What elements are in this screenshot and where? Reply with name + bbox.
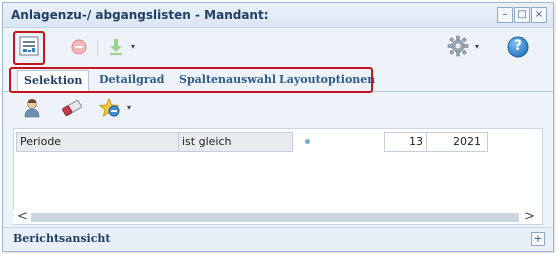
- minimize-button[interactable]: –: [497, 7, 513, 23]
- main-toolbar: ▾ ▾ ?: [3, 28, 553, 66]
- horizontal-scrollbar[interactable]: < >: [13, 210, 541, 224]
- toolbar-divider: [97, 40, 98, 56]
- scroll-left-arrow[interactable]: <: [17, 210, 28, 224]
- scroll-right-arrow[interactable]: >: [524, 210, 535, 224]
- period-input[interactable]: 13: [384, 132, 428, 152]
- eraser-icon[interactable]: [61, 100, 83, 119]
- help-icon[interactable]: ?: [507, 36, 529, 61]
- report-list-highlight: [13, 31, 45, 65]
- stop-icon[interactable]: [71, 39, 87, 58]
- filter-operator-cell[interactable]: ist gleich: [178, 132, 293, 152]
- filter-row: Periode ist gleich 13 2021: [14, 132, 542, 152]
- year-input[interactable]: 2021: [426, 132, 488, 152]
- report-view-panel: Berichtsansicht +: [3, 227, 553, 250]
- range-dot-icon: [305, 139, 310, 144]
- close-button[interactable]: ×: [531, 7, 547, 23]
- favorites-dropdown-caret[interactable]: ▾: [127, 103, 131, 112]
- favorites-icon[interactable]: [98, 97, 121, 121]
- help-glyph: ?: [513, 38, 523, 54]
- download-icon[interactable]: [108, 38, 124, 59]
- maximize-button[interactable]: □: [514, 7, 530, 23]
- selection-toolbar: ▾: [3, 93, 553, 123]
- report-view-label: Berichtsansicht: [13, 232, 111, 245]
- tabs-highlight: [9, 67, 373, 93]
- report-window: Anlagenzu-/ abgangslisten - Mandant: – □…: [2, 2, 554, 252]
- expand-button[interactable]: +: [531, 232, 545, 246]
- filter-field-cell[interactable]: Periode: [16, 132, 179, 152]
- user-icon[interactable]: [23, 98, 41, 121]
- window-controls: – □ ×: [497, 7, 547, 23]
- gear-icon[interactable]: [447, 35, 469, 60]
- window-title: Anlagenzu-/ abgangslisten - Mandant:: [11, 8, 269, 22]
- title-bar: Anlagenzu-/ abgangslisten - Mandant: – □…: [3, 3, 553, 28]
- settings-dropdown-caret[interactable]: ▾: [475, 42, 479, 51]
- scrollbar-thumb[interactable]: [31, 213, 519, 222]
- download-dropdown-caret[interactable]: ▾: [131, 42, 135, 51]
- tab-bar: Selektion Detailgrad Spaltenauswahl Layo…: [3, 67, 553, 93]
